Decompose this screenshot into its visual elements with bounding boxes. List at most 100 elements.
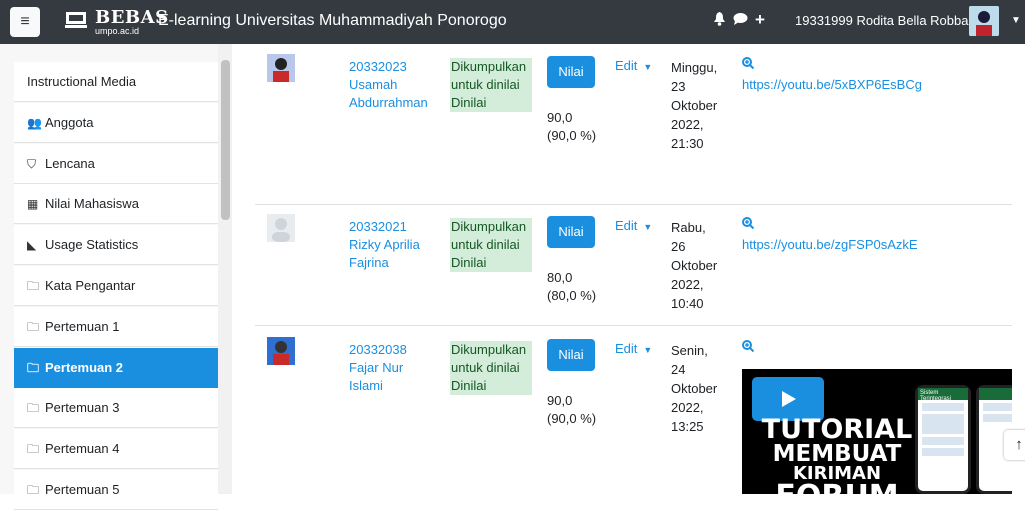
shield-icon: ⛉ bbox=[27, 157, 37, 171]
status-line: Dinilai bbox=[451, 378, 487, 393]
student-avatar[interactable] bbox=[267, 54, 295, 82]
edit-dropdown[interactable]: Edit ▼ bbox=[615, 218, 652, 233]
video-title-line-4: FORUM bbox=[742, 479, 932, 494]
date-line: 21:30 bbox=[671, 136, 704, 151]
student-line: Usamah bbox=[349, 77, 398, 92]
folder-icon: 🗀 bbox=[27, 361, 40, 375]
zoom-in-icon[interactable] bbox=[742, 57, 755, 72]
caret-down-icon: ▼ bbox=[643, 345, 653, 355]
status-line: untuk dinilai bbox=[451, 77, 520, 92]
sidebar-item-label: Instructional Media bbox=[27, 74, 137, 89]
student-line: Islami bbox=[349, 378, 383, 393]
sidebar-item-pertemuan-3[interactable]: 🗀 Pertemuan 3 bbox=[14, 388, 218, 428]
sidebar-item-anggota[interactable]: 👥 Anggota bbox=[14, 103, 218, 143]
student-line: Fajrina bbox=[349, 255, 389, 270]
student-line: 20332038 bbox=[349, 342, 407, 357]
edit-label: Edit bbox=[615, 58, 638, 73]
site-title[interactable]: E-learning Universitas Muhammadiyah Pono… bbox=[158, 12, 507, 30]
area-chart-icon: ◣ bbox=[27, 238, 37, 252]
date-line: Minggu, bbox=[671, 60, 718, 75]
row-divider bbox=[255, 204, 1015, 205]
sidebar-item-pertemuan-5[interactable]: 🗀 Pertemuan 5 bbox=[14, 470, 218, 510]
grade-line: 80,0 bbox=[547, 270, 573, 285]
folder-icon: 🗀 bbox=[27, 401, 40, 415]
top-navbar: ≡ BEBAS umpo.ac.id E-learning Universita… bbox=[0, 0, 1025, 44]
row-divider bbox=[255, 325, 1015, 326]
grade-line: 90,0 bbox=[547, 110, 573, 125]
grade-button[interactable]: Nilai bbox=[547, 339, 595, 371]
edit-dropdown[interactable]: Edit ▼ bbox=[615, 58, 652, 73]
sidebar-item-label: Lencana bbox=[45, 156, 95, 171]
book-logo-icon bbox=[65, 12, 87, 28]
sidebar-item-nilai-mahasiswa[interactable]: ▦ Nilai Mahasiswa bbox=[14, 184, 218, 224]
chat-bubble-icon[interactable] bbox=[733, 12, 748, 29]
caret-down-icon: ▼ bbox=[643, 222, 653, 232]
date-line: 10:40 bbox=[671, 296, 704, 311]
back-to-top-button[interactable]: ↑ bbox=[1004, 430, 1025, 460]
user-menu-name[interactable]: 19331999 Rodita Bella Robba bbox=[795, 13, 968, 28]
arrow-up-icon: ↑ bbox=[1015, 436, 1023, 453]
grade-button[interactable]: Nilai bbox=[547, 56, 595, 88]
grade-value: 90,0 (90,0 %) bbox=[547, 109, 596, 145]
student-line: 20332023 bbox=[349, 59, 407, 74]
date-line: Oktober bbox=[671, 258, 718, 273]
sidebar-item-label: Nilai Mahasiswa bbox=[45, 196, 139, 211]
submission-status: Dikumpulkan untuk dinilai Dinilai bbox=[450, 218, 532, 272]
folder-icon: 🗀 bbox=[27, 442, 40, 456]
sidebar-item-instructional-media[interactable]: Instructional Media bbox=[14, 62, 218, 102]
status-line: Dikumpulkan bbox=[451, 59, 527, 74]
menu-toggle-button[interactable]: ≡ bbox=[10, 7, 40, 37]
phone-mockup: Sistem Terintegrasi bbox=[915, 385, 971, 494]
zoom-in-icon[interactable] bbox=[742, 217, 755, 232]
grade-button[interactable]: Nilai bbox=[547, 216, 595, 248]
users-icon: 👥 bbox=[27, 116, 42, 130]
grade-line: (80,0 %) bbox=[547, 288, 597, 303]
date-line: Rabu, bbox=[671, 220, 706, 235]
status-line: Dikumpulkan bbox=[451, 342, 527, 357]
status-line: Dinilai bbox=[451, 255, 487, 270]
sidebar-item-label: Pertemuan 2 bbox=[45, 360, 124, 375]
status-line: Dikumpulkan bbox=[451, 219, 527, 234]
grade-value: 90,0 (90,0 %) bbox=[547, 392, 596, 428]
student-name-link[interactable]: 20332021 Rizky Aprilia Fajrina bbox=[349, 218, 444, 272]
student-name-link[interactable]: 20332038 Fajar Nur Islami bbox=[349, 341, 444, 395]
caret-down-icon[interactable]: ▼ bbox=[1011, 15, 1021, 26]
edit-dropdown[interactable]: Edit ▼ bbox=[615, 341, 652, 356]
grade-line: (90,0 %) bbox=[547, 128, 597, 143]
sidebar-item-label: Anggota bbox=[45, 115, 94, 130]
sidebar-scroll-thumb[interactable] bbox=[221, 60, 230, 220]
zoom-in-icon[interactable] bbox=[742, 340, 755, 355]
submission-link[interactable]: https://youtu.be/5xBXP6EsBCg bbox=[742, 77, 922, 92]
sidebar-item-pertemuan-1[interactable]: 🗀 Pertemuan 1 bbox=[14, 307, 218, 347]
sidebar-item-label: Pertemuan 4 bbox=[45, 441, 120, 456]
hamburger-icon: ≡ bbox=[20, 13, 30, 30]
date-line: 2022, bbox=[671, 400, 704, 415]
sidebar-item-kata-pengantar[interactable]: 🗀 Kata Pengantar bbox=[14, 266, 218, 306]
student-line: Rizky Aprilia bbox=[349, 237, 420, 252]
status-line: untuk dinilai bbox=[451, 237, 520, 252]
date-line: Oktober bbox=[671, 381, 718, 396]
sidebar-item-lencana[interactable]: ⛉ Lencana bbox=[14, 144, 218, 184]
grade-line: (90,0 %) bbox=[547, 411, 597, 426]
date-line: 13:25 bbox=[671, 419, 704, 434]
date-line: Oktober bbox=[671, 98, 718, 113]
sidebar-item-label: Usage Statistics bbox=[45, 237, 139, 252]
table-icon: ▦ bbox=[27, 197, 39, 211]
sidebar-item-usage-statistics[interactable]: ◣ Usage Statistics bbox=[14, 225, 218, 265]
date-line: 2022, bbox=[671, 117, 704, 132]
user-avatar[interactable] bbox=[969, 6, 999, 36]
student-name-link[interactable]: 20332023 Usamah Abdurrahman bbox=[349, 58, 444, 112]
sidebar-item-pertemuan-4[interactable]: 🗀 Pertemuan 4 bbox=[14, 429, 218, 469]
sidebar-item-pertemuan-2[interactable]: 🗀 Pertemuan 2 bbox=[14, 348, 218, 388]
status-line: Dinilai bbox=[451, 95, 487, 110]
date-line: 23 bbox=[671, 79, 686, 94]
page-scrollbar[interactable] bbox=[1012, 44, 1025, 494]
student-avatar[interactable] bbox=[267, 214, 295, 242]
bell-icon[interactable] bbox=[713, 12, 726, 29]
video-thumbnail[interactable]: TUTORIAL MEMBUAT KIRIMAN FORUM Sistem Te… bbox=[742, 369, 1012, 494]
date-line: 24 bbox=[671, 362, 686, 377]
submission-link[interactable]: https://youtu.be/zgFSP0sAzkE bbox=[742, 237, 918, 252]
edit-label: Edit bbox=[615, 218, 638, 233]
student-avatar[interactable] bbox=[267, 337, 295, 365]
plus-icon[interactable]: + bbox=[755, 10, 765, 30]
